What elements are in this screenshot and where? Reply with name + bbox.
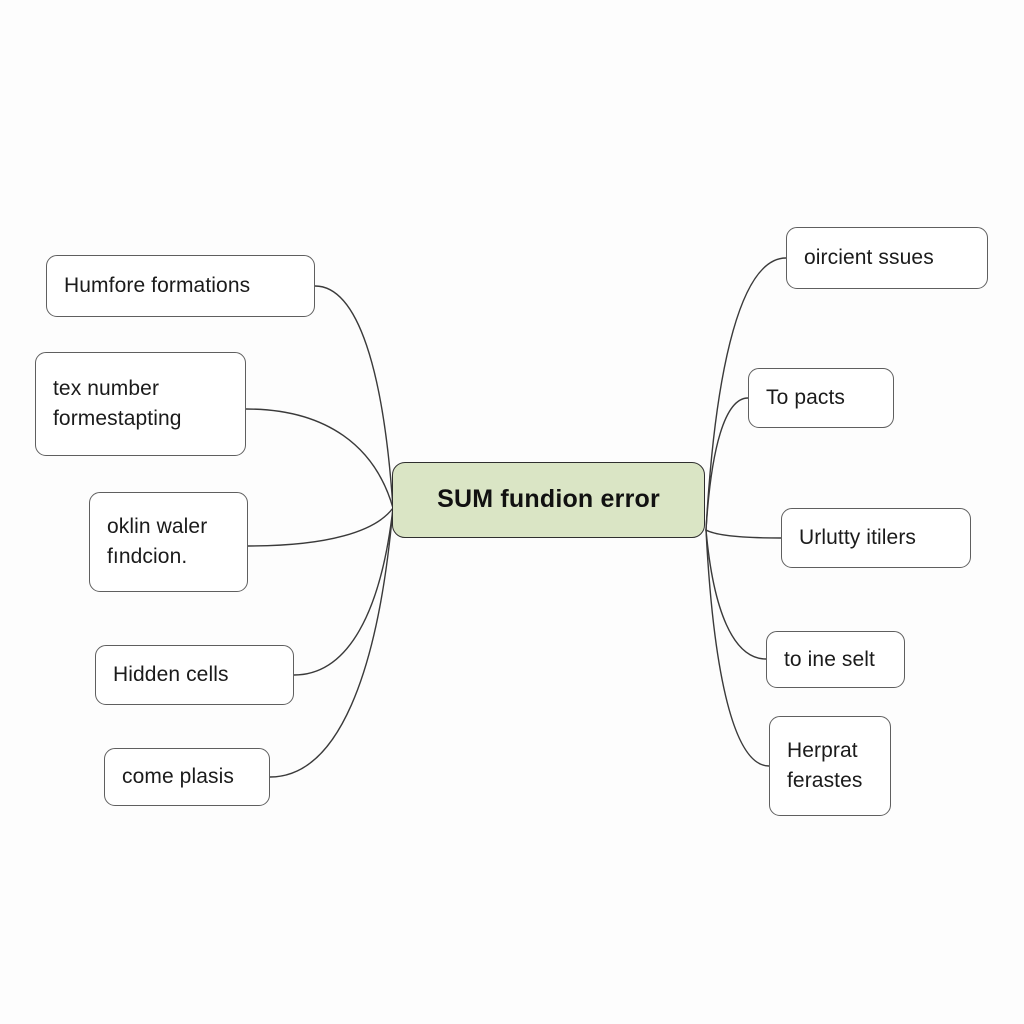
left-node-4-label: Hidden cells (113, 663, 229, 687)
right-node-5-label: Herprat ferastes (787, 739, 863, 792)
left-connector-5 (269, 507, 394, 778)
right-node-4-label: to ine selt (784, 647, 875, 671)
central-node[interactable]: SUM fundion error (392, 462, 705, 538)
right-node-1[interactable]: oircient ssues (786, 227, 988, 289)
mindmap-canvas: SUM fundion error Humfore formations tex… (0, 0, 1024, 1024)
right-connector-4 (705, 529, 767, 660)
right-node-4[interactable]: to ine selt (766, 631, 905, 688)
central-node-label: SUM fundion error (437, 485, 660, 514)
right-node-3-label: Urlutty itilers (799, 526, 917, 550)
right-node-2[interactable]: To pacts (748, 368, 894, 428)
right-node-5[interactable]: Herprat ferastes (769, 716, 891, 816)
left-connector-2 (245, 408, 394, 509)
left-node-3[interactable]: oklin waler fındcion. (89, 492, 248, 592)
left-node-3-label: oklin waler fındcion. (107, 515, 208, 568)
right-connector-5 (705, 529, 770, 767)
left-node-1[interactable]: Humfore formations (46, 255, 315, 317)
left-connector-3 (247, 507, 394, 547)
right-node-2-label: To pacts (766, 386, 846, 410)
right-connector-2 (705, 397, 749, 531)
right-node-3[interactable]: Urlutty itilers (781, 508, 971, 568)
left-node-4[interactable]: Hidden cells (95, 645, 294, 705)
left-connector-1 (314, 285, 394, 509)
left-node-5-label: come plasis (122, 765, 234, 789)
right-connector-3 (705, 529, 782, 539)
right-node-1-label: oircient ssues (804, 246, 934, 270)
left-node-2[interactable]: tex number formestapting (35, 352, 246, 456)
left-node-1-label: Humfore formations (64, 274, 251, 298)
left-node-2-label: tex number formestapting (53, 377, 182, 430)
left-node-5[interactable]: come plasis (104, 748, 270, 806)
left-connector-4 (293, 507, 394, 676)
